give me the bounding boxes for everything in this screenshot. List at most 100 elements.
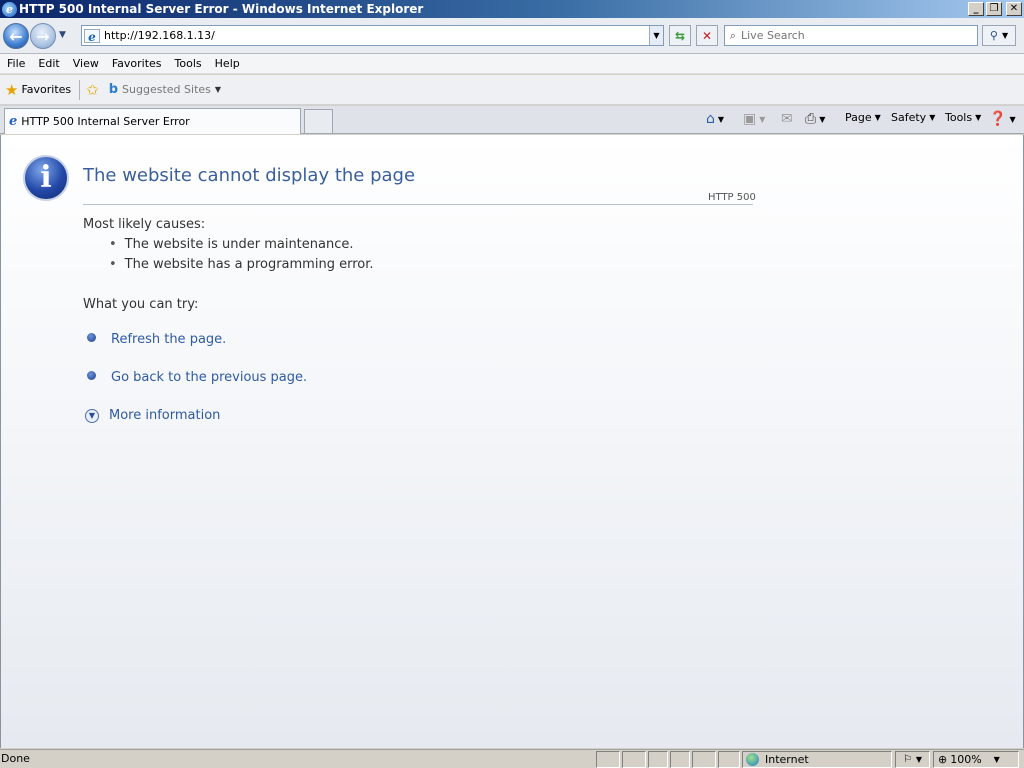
- status-pane: [670, 751, 690, 768]
- ie-icon: e: [2, 1, 17, 17]
- back-arrow-icon: ←: [9, 26, 23, 46]
- print-icon: ⎙: [805, 111, 817, 127]
- refresh-page-link[interactable]: Refresh the page.: [87, 332, 226, 347]
- home-button[interactable]: ⌂ ▼: [706, 111, 724, 127]
- menu-help[interactable]: Help: [208, 57, 246, 70]
- add-to-favorites-icon[interactable]: ✩: [86, 81, 99, 99]
- more-information-label[interactable]: More information: [109, 408, 220, 423]
- chevron-down-icon: ▼: [929, 113, 936, 122]
- list-item: The website has a programming error.: [109, 257, 374, 277]
- print-button[interactable]: ⎙ ▼: [805, 111, 825, 127]
- status-pane: [718, 751, 740, 768]
- page-menu[interactable]: Page ▼: [845, 111, 881, 124]
- search-box[interactable]: ⌕: [724, 25, 978, 46]
- help-button[interactable]: ❓ ▼: [989, 111, 1016, 127]
- feed-icon: ▣: [743, 111, 757, 127]
- status-pane: [648, 751, 668, 768]
- more-information-toggle[interactable]: ▼ More information: [85, 408, 220, 423]
- address-bar: ← → ▼ e http://192.168.1.13/ ▼ ⇆ ✕ ⌕ ⚲▼: [0, 18, 1024, 54]
- search-lens-icon: ⌕: [729, 28, 737, 42]
- search-input[interactable]: [741, 29, 977, 42]
- read-mail-button[interactable]: ✉: [781, 111, 793, 127]
- chevron-down-icon[interactable]: ▼: [819, 115, 825, 124]
- help-icon: ❓: [989, 111, 1007, 127]
- menu-edit[interactable]: Edit: [31, 57, 65, 70]
- close-button[interactable]: ✕: [1006, 2, 1022, 16]
- search-icon: ⚲: [989, 29, 998, 42]
- info-icon: i: [23, 155, 69, 201]
- go-back-link[interactable]: Go back to the previous page.: [87, 370, 307, 385]
- chevron-down-icon: ▼: [874, 113, 881, 122]
- home-icon: ⌂: [706, 111, 715, 127]
- address-dropdown[interactable]: ▼: [649, 26, 663, 45]
- menu-file[interactable]: File: [0, 57, 31, 70]
- list-item: The website is under maintenance.: [109, 237, 374, 257]
- status-pane: [596, 751, 620, 768]
- suggested-sites-button[interactable]: Suggested Sites: [122, 83, 211, 96]
- status-pane: [692, 751, 716, 768]
- search-button[interactable]: ⚲ ▼: [982, 25, 1016, 46]
- forward-arrow-icon: →: [36, 26, 50, 46]
- page-content: i The website cannot display the page HT…: [0, 135, 1024, 748]
- bullet-icon: [87, 333, 96, 342]
- mail-icon: ✉: [781, 111, 793, 127]
- star-icon: ★: [5, 80, 19, 99]
- chevron-down-icon[interactable]: ▼: [994, 755, 1000, 764]
- causes-list: The website is under maintenance. The we…: [109, 237, 374, 277]
- favorites-button[interactable]: Favorites: [21, 83, 71, 96]
- address-field[interactable]: e http://192.168.1.13/ ▼: [81, 25, 664, 46]
- new-tab-button[interactable]: [304, 109, 333, 133]
- tab-bar: e HTTP 500 Internal Server Error ⌂ ▼ ▣ ▼ ✉…: [0, 106, 1024, 134]
- ie-page-icon: e: [84, 28, 100, 44]
- page-menu-label: Page: [845, 111, 872, 124]
- chevron-down-icon: ▼: [915, 755, 923, 764]
- causes-heading: Most likely causes:: [83, 217, 206, 232]
- stop-icon: ✕: [701, 28, 713, 43]
- back-button[interactable]: ←: [3, 23, 29, 49]
- menu-tools[interactable]: Tools: [168, 57, 208, 70]
- menu-favorites[interactable]: Favorites: [105, 57, 168, 70]
- recent-pages-dropdown[interactable]: ▼: [59, 30, 66, 40]
- minimize-button[interactable]: _: [968, 2, 984, 16]
- divider: [79, 79, 81, 100]
- forward-button[interactable]: →: [30, 23, 56, 49]
- zoom-icon: ⊕: [938, 753, 948, 766]
- expand-chevron-icon[interactable]: ▼: [85, 408, 99, 423]
- zone-label: Internet: [765, 753, 809, 766]
- ie-tab-icon: e: [9, 114, 18, 129]
- status-bar: Done Internet ⚐ ▼ ⊕ 100% ▼: [0, 749, 1024, 768]
- menu-view[interactable]: View: [66, 57, 105, 70]
- tools-menu-label: Tools: [945, 111, 973, 124]
- title-bar: e HTTP 500 Internal Server Error - Windo…: [0, 0, 1024, 18]
- zoom-level: 100%: [950, 753, 982, 766]
- status-pane: [622, 751, 646, 768]
- chevron-down-icon[interactable]: ▼: [759, 115, 765, 124]
- stop-button[interactable]: ✕: [696, 25, 718, 46]
- security-zone[interactable]: Internet: [742, 751, 892, 768]
- zoom-control[interactable]: ⊕ 100% ▼: [933, 751, 1019, 768]
- try-heading: What you can try:: [83, 297, 199, 312]
- chevron-down-icon: ▼: [975, 113, 982, 122]
- go-back-label[interactable]: Go back to the previous page.: [111, 370, 307, 385]
- chevron-down-icon[interactable]: ▼: [215, 85, 221, 94]
- safety-menu-label: Safety: [891, 111, 927, 124]
- favorites-bar: ★ Favorites ✩ b Suggested Sites ▼: [0, 75, 1024, 105]
- tab-active[interactable]: e HTTP 500 Internal Server Error: [4, 108, 301, 134]
- tools-menu[interactable]: Tools ▼: [945, 111, 981, 124]
- tab-title: HTTP 500 Internal Server Error: [21, 115, 190, 128]
- search-options-dropdown[interactable]: ▼: [1002, 31, 1008, 40]
- maximize-button[interactable]: ❐: [986, 2, 1002, 16]
- refresh-icon: ⇆: [674, 28, 686, 43]
- url-text[interactable]: http://192.168.1.13/: [104, 29, 649, 42]
- refresh-button[interactable]: ⇆: [669, 25, 691, 46]
- menu-bar: File Edit View Favorites Tools Help: [0, 54, 1024, 74]
- safety-menu[interactable]: Safety ▼: [891, 111, 935, 124]
- feeds-button[interactable]: ▣ ▼: [743, 111, 765, 127]
- globe-icon: [746, 753, 759, 766]
- error-code: HTTP 500: [708, 192, 756, 203]
- refresh-page-label[interactable]: Refresh the page.: [111, 332, 226, 347]
- chevron-down-icon[interactable]: ▼: [718, 115, 724, 124]
- protected-mode-button[interactable]: ⚐ ▼: [895, 751, 930, 768]
- chevron-down-icon[interactable]: ▼: [1009, 115, 1015, 124]
- shield-icon: ⚐: [902, 754, 912, 765]
